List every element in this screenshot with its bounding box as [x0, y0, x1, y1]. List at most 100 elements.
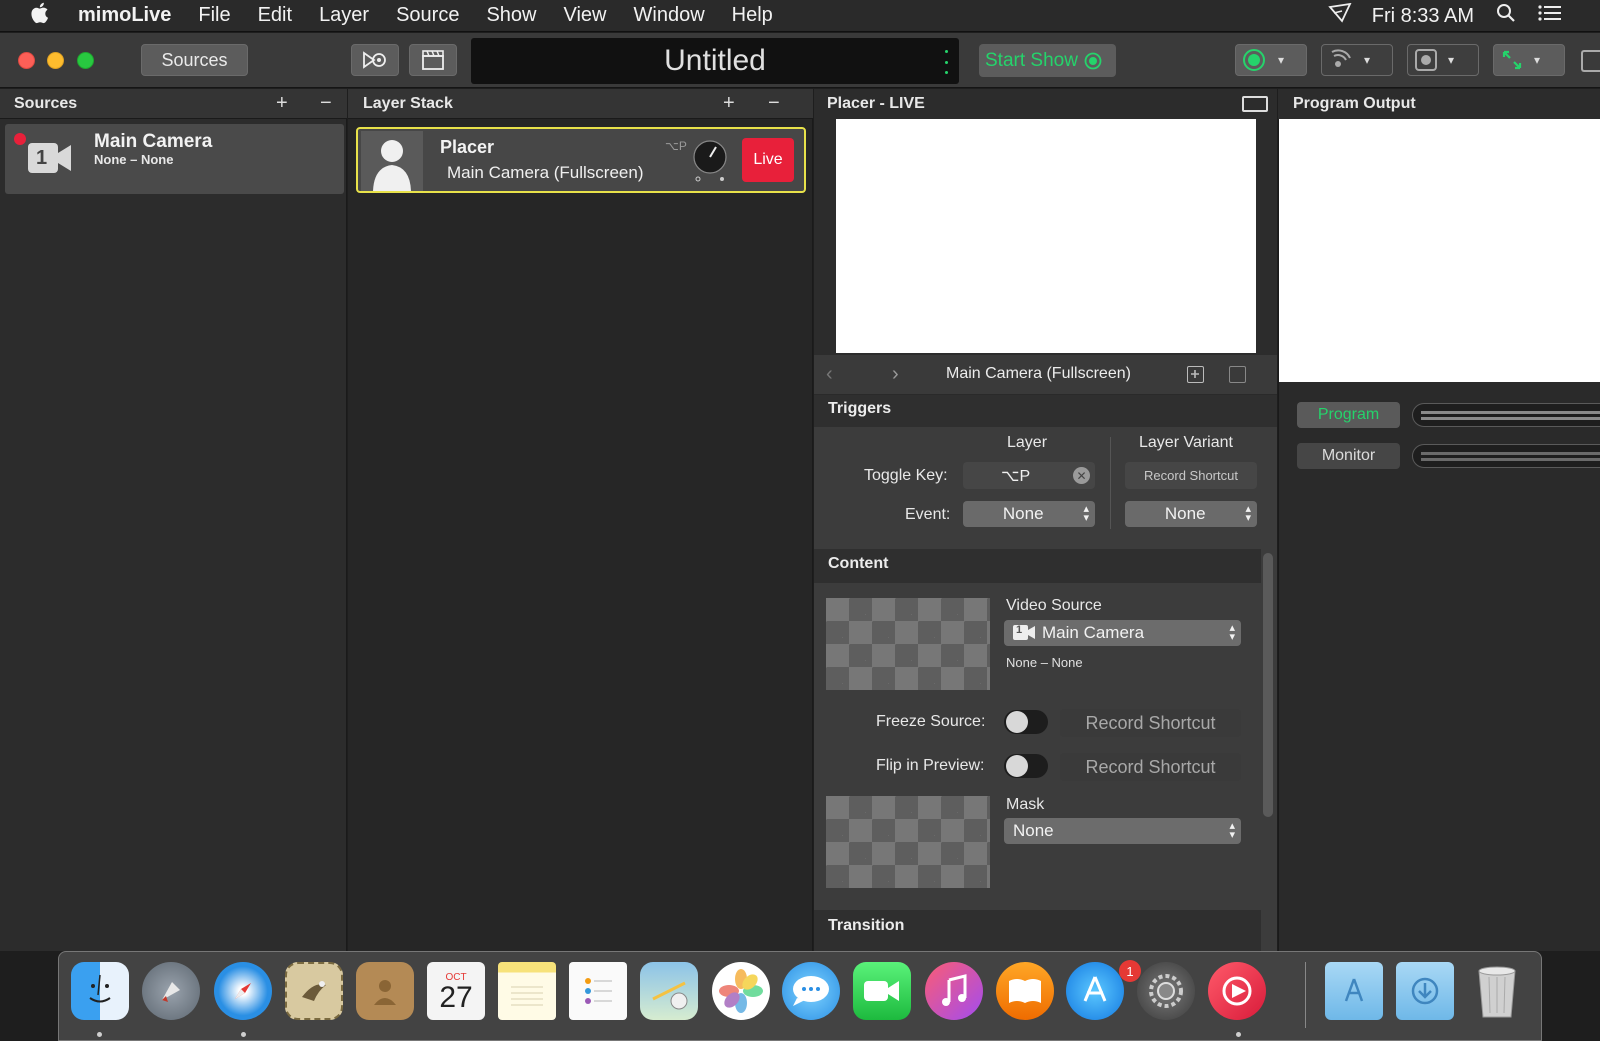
chevron-down-icon: ▾	[1448, 53, 1455, 67]
video-source-value: Main Camera	[1042, 623, 1145, 642]
start-show-button[interactable]: Start Show	[979, 44, 1116, 77]
next-variant-icon[interactable]: ›	[892, 363, 899, 386]
dock-separator	[1305, 962, 1306, 1028]
record-variant-shortcut-button[interactable]: Record Shortcut	[1125, 462, 1257, 489]
source-item[interactable]: 1 Main Camera None – None	[5, 124, 344, 194]
layer-shortcut: ⌥P	[665, 139, 687, 153]
notification-badge: 1	[1119, 960, 1141, 982]
sources-panel-header: Sources	[0, 89, 347, 119]
live-preview-canvas[interactable]	[836, 119, 1256, 353]
app-store-icon[interactable]	[1066, 962, 1124, 1020]
notes-icon[interactable]	[498, 962, 556, 1020]
video-source-label: Video Source	[1006, 597, 1102, 614]
inspector-scrollbar[interactable]	[1263, 553, 1273, 817]
layer-stack-panel	[348, 89, 813, 951]
system-preferences-icon[interactable]	[1137, 962, 1195, 1020]
finder-icon[interactable]	[71, 962, 129, 1020]
monitor-label: Monitor	[1321, 447, 1376, 464]
toggle-key-field[interactable]: ⌥P ✕	[963, 462, 1095, 489]
popout-window-icon[interactable]	[1242, 96, 1268, 112]
streaming-output-button[interactable]: ▾	[1235, 44, 1307, 76]
remove-source-button[interactable]: −	[320, 92, 332, 115]
minimize-window-button[interactable]	[47, 52, 64, 69]
mail-icon[interactable]	[285, 962, 343, 1020]
flip-record-shortcut-button[interactable]: Record Shortcut	[1060, 753, 1241, 781]
volume-knob[interactable]	[692, 139, 728, 182]
duplicate-variant-icon[interactable]	[1229, 366, 1246, 383]
event-label: Event:	[905, 506, 951, 523]
itunes-icon[interactable]	[925, 962, 983, 1020]
airplay-status-icon[interactable]	[1327, 2, 1354, 29]
mimolive-icon[interactable]	[1208, 962, 1266, 1020]
freeze-source-toggle[interactable]	[1004, 710, 1048, 734]
apple-menu-icon[interactable]	[0, 2, 78, 30]
add-source-button[interactable]: +	[276, 92, 288, 115]
monitor-audio-button[interactable]: Monitor	[1297, 443, 1400, 469]
sources-toggle-button[interactable]: Sources	[141, 44, 248, 76]
record-disk-icon	[1415, 49, 1437, 71]
audio-output-button[interactable]: ▾	[1321, 44, 1393, 76]
menu-show[interactable]: Show	[486, 4, 536, 27]
remove-layer-button[interactable]: −	[768, 92, 780, 115]
reminders-icon[interactable]	[569, 962, 627, 1020]
menu-view[interactable]: View	[564, 4, 607, 27]
messages-icon[interactable]	[782, 962, 840, 1020]
contacts-icon[interactable]	[356, 962, 414, 1020]
source-name: Main Camera	[94, 131, 213, 152]
add-variant-icon[interactable]	[1187, 366, 1204, 383]
add-layer-button[interactable]: +	[723, 92, 735, 115]
clapper-button[interactable]	[409, 44, 457, 76]
clapperboard-icon	[422, 50, 444, 70]
event-layer-select[interactable]: None ▴ ▾	[963, 501, 1095, 527]
clear-shortcut-icon[interactable]: ✕	[1073, 467, 1090, 484]
spotlight-search-icon[interactable]	[1496, 3, 1516, 29]
program-label: Program	[1317, 406, 1380, 423]
media-library-button[interactable]	[351, 44, 399, 76]
safari-icon[interactable]	[214, 962, 272, 1020]
flip-preview-toggle[interactable]	[1004, 754, 1048, 778]
freeze-record-shortcut-button[interactable]: Record Shortcut	[1060, 709, 1241, 737]
program-output-canvas[interactable]	[1279, 119, 1600, 382]
document-options-icon[interactable]	[945, 50, 949, 74]
trash-icon[interactable]	[1468, 962, 1526, 1020]
menu-source[interactable]: Source	[396, 4, 459, 27]
fullscreen-output-button[interactable]: ▾	[1493, 44, 1565, 76]
mask-select[interactable]: None ▴ ▾	[1004, 818, 1241, 844]
applications-folder-icon[interactable]	[1325, 962, 1383, 1020]
menu-window[interactable]: Window	[634, 4, 705, 27]
photos-icon[interactable]	[712, 962, 770, 1020]
sidebar-toggle-icon[interactable]	[1581, 50, 1600, 72]
layer-item[interactable]: Placer Main Camera (Fullscreen) ⌥P Live	[356, 127, 806, 193]
downloads-folder-icon[interactable]	[1396, 962, 1454, 1020]
program-output-title: Program Output	[1293, 95, 1416, 112]
maps-icon[interactable]	[640, 962, 698, 1020]
menu-clock[interactable]: Fri 8:33 AM	[1372, 5, 1474, 28]
video-source-select[interactable]: 1 Main Camera ▴ ▾	[1004, 620, 1241, 646]
layer-variant-name: Main Camera (Fullscreen)	[447, 163, 644, 182]
menu-help[interactable]: Help	[732, 4, 773, 27]
launchpad-icon[interactable]	[142, 962, 200, 1020]
stream-status-icon	[1243, 49, 1265, 71]
record-output-button[interactable]: ▾	[1407, 44, 1479, 76]
calendar-icon[interactable]: OCT 27	[427, 962, 485, 1020]
layer-stack-title: Layer Stack	[363, 94, 453, 112]
event-variant-select[interactable]: None ▴ ▾	[1125, 501, 1257, 527]
inspector-header: Placer - LIVE	[814, 89, 1277, 119]
notification-center-icon[interactable]	[1538, 4, 1562, 28]
program-audio-button[interactable]: Program	[1297, 402, 1400, 428]
close-window-button[interactable]	[18, 52, 35, 69]
live-toggle-button[interactable]: Live	[742, 138, 794, 182]
previous-variant-icon[interactable]: ‹	[826, 363, 833, 386]
freeze-source-label: Freeze Source:	[876, 713, 986, 730]
menu-app-name[interactable]: mimoLive	[78, 4, 171, 27]
menu-layer[interactable]: Layer	[319, 4, 369, 27]
facetime-icon[interactable]	[853, 962, 911, 1020]
menu-edit[interactable]: Edit	[258, 4, 292, 27]
zoom-window-button[interactable]	[77, 52, 94, 69]
broadcast-icon	[1331, 49, 1351, 67]
menu-file[interactable]: File	[198, 4, 230, 27]
chevron-down-icon: ▾	[1534, 53, 1541, 67]
ibooks-icon[interactable]	[996, 962, 1054, 1020]
mask-thumbnail	[826, 796, 990, 888]
person-silhouette-icon	[361, 131, 423, 191]
